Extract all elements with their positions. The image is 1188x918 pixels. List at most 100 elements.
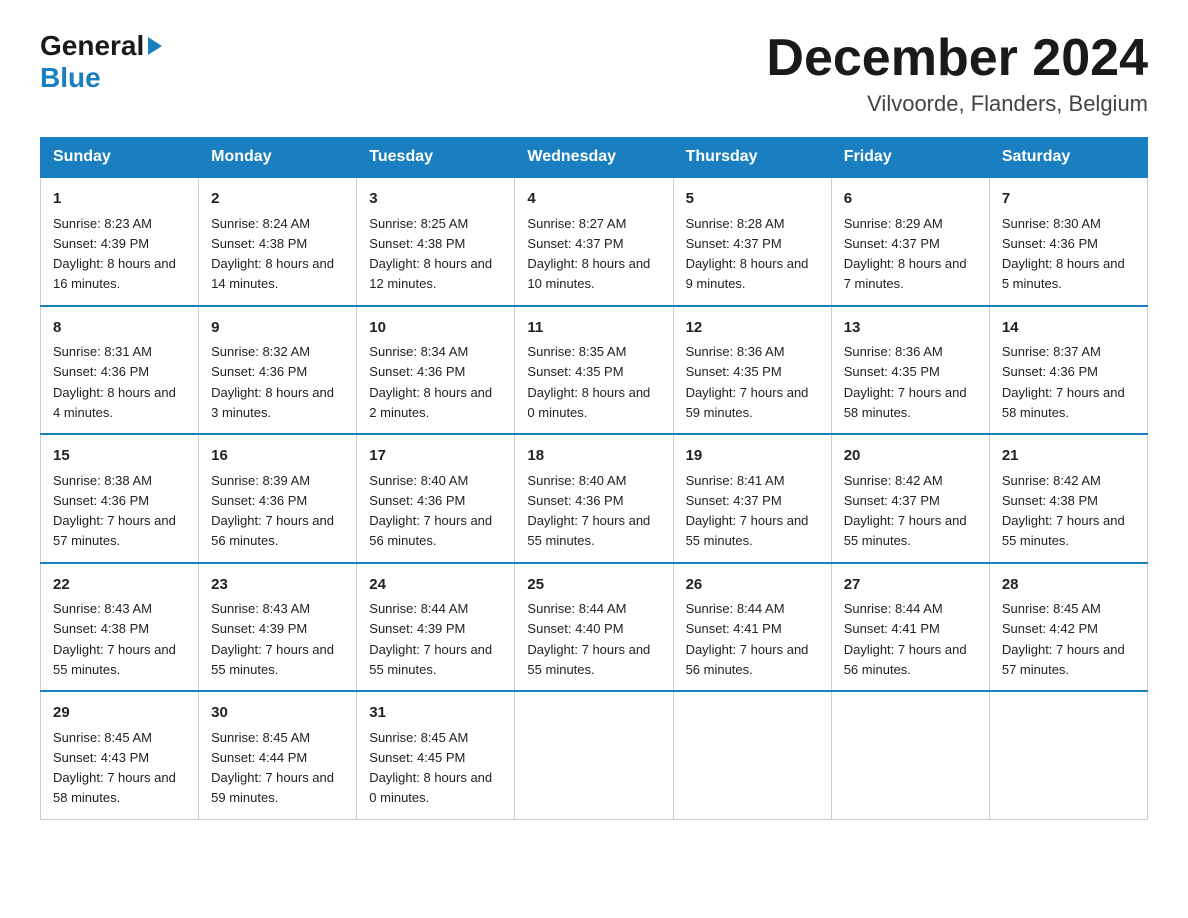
calendar-day-cell: 20 Sunrise: 8:42 AMSunset: 4:37 PMDaylig… — [831, 434, 989, 563]
day-number: 25 — [527, 574, 660, 597]
day-number: 18 — [527, 445, 660, 468]
calendar-day-cell: 29 Sunrise: 8:45 AMSunset: 4:43 PMDaylig… — [41, 691, 199, 819]
calendar-day-cell: 6 Sunrise: 8:29 AMSunset: 4:37 PMDayligh… — [831, 177, 989, 306]
day-number: 14 — [1002, 317, 1135, 340]
day-number: 9 — [211, 317, 344, 340]
day-info: Sunrise: 8:28 AMSunset: 4:37 PMDaylight:… — [686, 216, 809, 292]
calendar-day-cell: 13 Sunrise: 8:36 AMSunset: 4:35 PMDaylig… — [831, 306, 989, 435]
day-info: Sunrise: 8:38 AMSunset: 4:36 PMDaylight:… — [53, 473, 176, 549]
day-number: 8 — [53, 317, 186, 340]
calendar-day-cell: 2 Sunrise: 8:24 AMSunset: 4:38 PMDayligh… — [199, 177, 357, 306]
day-info: Sunrise: 8:44 AMSunset: 4:41 PMDaylight:… — [844, 601, 967, 677]
calendar-day-cell: 16 Sunrise: 8:39 AMSunset: 4:36 PMDaylig… — [199, 434, 357, 563]
day-info: Sunrise: 8:37 AMSunset: 4:36 PMDaylight:… — [1002, 344, 1125, 420]
location-subtitle: Vilvoorde, Flanders, Belgium — [766, 91, 1148, 117]
calendar-day-cell: 10 Sunrise: 8:34 AMSunset: 4:36 PMDaylig… — [357, 306, 515, 435]
calendar-day-cell: 14 Sunrise: 8:37 AMSunset: 4:36 PMDaylig… — [989, 306, 1147, 435]
calendar-week-row: 22 Sunrise: 8:43 AMSunset: 4:38 PMDaylig… — [41, 563, 1148, 692]
calendar-day-cell: 9 Sunrise: 8:32 AMSunset: 4:36 PMDayligh… — [199, 306, 357, 435]
calendar-day-cell: 19 Sunrise: 8:41 AMSunset: 4:37 PMDaylig… — [673, 434, 831, 563]
day-number: 21 — [1002, 445, 1135, 468]
page-header: General Blue December 2024 Vilvoorde, Fl… — [40, 30, 1148, 117]
calendar-day-cell: 15 Sunrise: 8:38 AMSunset: 4:36 PMDaylig… — [41, 434, 199, 563]
calendar-day-cell: 7 Sunrise: 8:30 AMSunset: 4:36 PMDayligh… — [989, 177, 1147, 306]
calendar-day-cell — [989, 691, 1147, 819]
calendar-day-cell: 25 Sunrise: 8:44 AMSunset: 4:40 PMDaylig… — [515, 563, 673, 692]
day-number: 4 — [527, 188, 660, 211]
day-number: 26 — [686, 574, 819, 597]
col-friday: Friday — [831, 138, 989, 178]
logo-blue-text: Blue — [40, 62, 101, 94]
day-info: Sunrise: 8:31 AMSunset: 4:36 PMDaylight:… — [53, 344, 176, 420]
day-info: Sunrise: 8:42 AMSunset: 4:37 PMDaylight:… — [844, 473, 967, 549]
day-number: 22 — [53, 574, 186, 597]
calendar-day-cell: 18 Sunrise: 8:40 AMSunset: 4:36 PMDaylig… — [515, 434, 673, 563]
day-number: 24 — [369, 574, 502, 597]
calendar-day-cell: 4 Sunrise: 8:27 AMSunset: 4:37 PMDayligh… — [515, 177, 673, 306]
calendar-header: Sunday Monday Tuesday Wednesday Thursday… — [41, 138, 1148, 178]
col-wednesday: Wednesday — [515, 138, 673, 178]
calendar-week-row: 29 Sunrise: 8:45 AMSunset: 4:43 PMDaylig… — [41, 691, 1148, 819]
calendar-day-cell: 21 Sunrise: 8:42 AMSunset: 4:38 PMDaylig… — [989, 434, 1147, 563]
day-info: Sunrise: 8:43 AMSunset: 4:38 PMDaylight:… — [53, 601, 176, 677]
calendar-table: Sunday Monday Tuesday Wednesday Thursday… — [40, 137, 1148, 820]
day-info: Sunrise: 8:36 AMSunset: 4:35 PMDaylight:… — [686, 344, 809, 420]
calendar-day-cell: 3 Sunrise: 8:25 AMSunset: 4:38 PMDayligh… — [357, 177, 515, 306]
day-info: Sunrise: 8:45 AMSunset: 4:45 PMDaylight:… — [369, 730, 492, 806]
day-info: Sunrise: 8:44 AMSunset: 4:40 PMDaylight:… — [527, 601, 650, 677]
col-monday: Monday — [199, 138, 357, 178]
calendar-day-cell: 27 Sunrise: 8:44 AMSunset: 4:41 PMDaylig… — [831, 563, 989, 692]
calendar-day-cell: 24 Sunrise: 8:44 AMSunset: 4:39 PMDaylig… — [357, 563, 515, 692]
header-row: Sunday Monday Tuesday Wednesday Thursday… — [41, 138, 1148, 178]
day-info: Sunrise: 8:40 AMSunset: 4:36 PMDaylight:… — [527, 473, 650, 549]
col-sunday: Sunday — [41, 138, 199, 178]
calendar-week-row: 8 Sunrise: 8:31 AMSunset: 4:36 PMDayligh… — [41, 306, 1148, 435]
col-thursday: Thursday — [673, 138, 831, 178]
day-number: 11 — [527, 317, 660, 340]
calendar-day-cell — [831, 691, 989, 819]
day-number: 1 — [53, 188, 186, 211]
day-number: 31 — [369, 702, 502, 725]
calendar-day-cell: 12 Sunrise: 8:36 AMSunset: 4:35 PMDaylig… — [673, 306, 831, 435]
day-number: 7 — [1002, 188, 1135, 211]
month-title: December 2024 — [766, 30, 1148, 87]
day-info: Sunrise: 8:36 AMSunset: 4:35 PMDaylight:… — [844, 344, 967, 420]
day-number: 29 — [53, 702, 186, 725]
day-info: Sunrise: 8:42 AMSunset: 4:38 PMDaylight:… — [1002, 473, 1125, 549]
calendar-day-cell: 11 Sunrise: 8:35 AMSunset: 4:35 PMDaylig… — [515, 306, 673, 435]
day-number: 12 — [686, 317, 819, 340]
day-info: Sunrise: 8:29 AMSunset: 4:37 PMDaylight:… — [844, 216, 967, 292]
day-info: Sunrise: 8:45 AMSunset: 4:44 PMDaylight:… — [211, 730, 334, 806]
title-section: December 2024 Vilvoorde, Flanders, Belgi… — [766, 30, 1148, 117]
day-info: Sunrise: 8:41 AMSunset: 4:37 PMDaylight:… — [686, 473, 809, 549]
calendar-day-cell: 31 Sunrise: 8:45 AMSunset: 4:45 PMDaylig… — [357, 691, 515, 819]
day-number: 10 — [369, 317, 502, 340]
calendar-day-cell: 8 Sunrise: 8:31 AMSunset: 4:36 PMDayligh… — [41, 306, 199, 435]
calendar-day-cell — [673, 691, 831, 819]
day-number: 19 — [686, 445, 819, 468]
day-info: Sunrise: 8:45 AMSunset: 4:42 PMDaylight:… — [1002, 601, 1125, 677]
calendar-day-cell: 28 Sunrise: 8:45 AMSunset: 4:42 PMDaylig… — [989, 563, 1147, 692]
day-info: Sunrise: 8:45 AMSunset: 4:43 PMDaylight:… — [53, 730, 176, 806]
day-number: 15 — [53, 445, 186, 468]
day-info: Sunrise: 8:32 AMSunset: 4:36 PMDaylight:… — [211, 344, 334, 420]
logo-general-text: General — [40, 30, 144, 62]
day-number: 13 — [844, 317, 977, 340]
calendar-day-cell — [515, 691, 673, 819]
day-number: 6 — [844, 188, 977, 211]
calendar-day-cell: 30 Sunrise: 8:45 AMSunset: 4:44 PMDaylig… — [199, 691, 357, 819]
calendar-week-row: 1 Sunrise: 8:23 AMSunset: 4:39 PMDayligh… — [41, 177, 1148, 306]
day-number: 5 — [686, 188, 819, 211]
day-info: Sunrise: 8:27 AMSunset: 4:37 PMDaylight:… — [527, 216, 650, 292]
day-info: Sunrise: 8:43 AMSunset: 4:39 PMDaylight:… — [211, 601, 334, 677]
logo-triangle-icon — [148, 37, 162, 55]
calendar-day-cell: 17 Sunrise: 8:40 AMSunset: 4:36 PMDaylig… — [357, 434, 515, 563]
day-info: Sunrise: 8:40 AMSunset: 4:36 PMDaylight:… — [369, 473, 492, 549]
day-number: 17 — [369, 445, 502, 468]
day-info: Sunrise: 8:23 AMSunset: 4:39 PMDaylight:… — [53, 216, 176, 292]
day-info: Sunrise: 8:44 AMSunset: 4:41 PMDaylight:… — [686, 601, 809, 677]
calendar-day-cell: 22 Sunrise: 8:43 AMSunset: 4:38 PMDaylig… — [41, 563, 199, 692]
col-saturday: Saturday — [989, 138, 1147, 178]
day-number: 23 — [211, 574, 344, 597]
day-number: 30 — [211, 702, 344, 725]
